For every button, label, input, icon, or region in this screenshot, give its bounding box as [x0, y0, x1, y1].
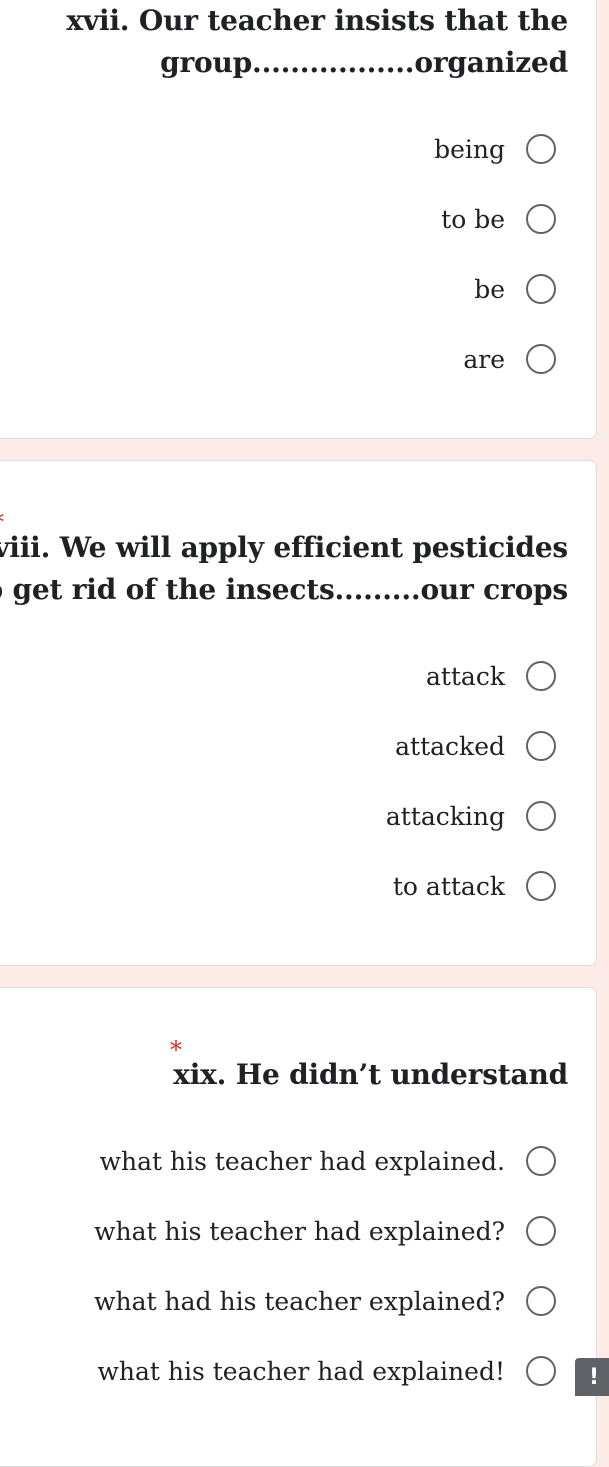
option-inverted-question[interactable]: what had his teacher explained? [94, 1281, 556, 1321]
option-statement-period[interactable]: what his teacher had explained. [100, 1141, 556, 1181]
option-attacked[interactable]: attacked [395, 726, 556, 766]
option-label: be [474, 274, 505, 304]
option-label: are [463, 344, 505, 374]
radio-button[interactable] [526, 661, 556, 691]
question-title-17-line2: group.................organized [160, 46, 568, 79]
option-label: what his teacher had explained. [99, 1146, 505, 1176]
option-label: attack [425, 661, 505, 691]
option-statement-exclamation[interactable]: what his teacher had explained! [97, 1351, 556, 1391]
option-to-attack[interactable]: to attack [393, 866, 556, 906]
option-attack[interactable]: attack [426, 656, 556, 696]
option-be[interactable]: be [474, 269, 556, 309]
option-label: what had his teacher explained? [94, 1286, 505, 1316]
option-statement-question-mark[interactable]: what his teacher had explained? [94, 1211, 556, 1251]
question-title-19-line1: xix. He didn’t understand [173, 1058, 568, 1091]
question-title-18: xviii. We will apply efficient pesticide… [0, 527, 568, 611]
option-label: being [434, 134, 505, 164]
exclamation-icon: ! [588, 1364, 600, 1390]
option-label: attacking [385, 801, 505, 831]
report-problem-button[interactable]: ! [575, 1358, 609, 1396]
radio-button[interactable] [526, 1216, 556, 1246]
radio-button[interactable] [526, 204, 556, 234]
option-label: to attack [392, 871, 505, 901]
option-label: what his teacher had explained? [94, 1216, 505, 1246]
radio-button[interactable] [526, 344, 556, 374]
option-are[interactable]: are [463, 339, 556, 379]
option-being[interactable]: being [434, 129, 556, 169]
radio-button[interactable] [526, 274, 556, 304]
option-label: to be [441, 204, 505, 234]
question-title-17-line1: xvii. Our teacher insists that the [66, 4, 568, 37]
question-title-19: xix. He didn’t understand [173, 1054, 568, 1096]
radio-button[interactable] [526, 1146, 556, 1176]
question-title-18-line2: to get rid of the insects.........our cr… [0, 573, 568, 606]
option-label: what his teacher had explained! [97, 1356, 505, 1386]
option-to-be[interactable]: to be [441, 199, 556, 239]
option-attacking[interactable]: attacking [386, 796, 556, 836]
radio-button[interactable] [526, 134, 556, 164]
radio-button[interactable] [526, 871, 556, 901]
radio-button[interactable] [526, 1356, 556, 1386]
question-title-18-line1: xviii. We will apply efficient pesticide… [0, 531, 568, 564]
radio-button[interactable] [526, 731, 556, 761]
radio-button[interactable] [526, 1286, 556, 1316]
question-title-17: xvii. Our teacher insists that the group… [66, 0, 568, 84]
option-label: attacked [395, 731, 505, 761]
radio-button[interactable] [526, 801, 556, 831]
